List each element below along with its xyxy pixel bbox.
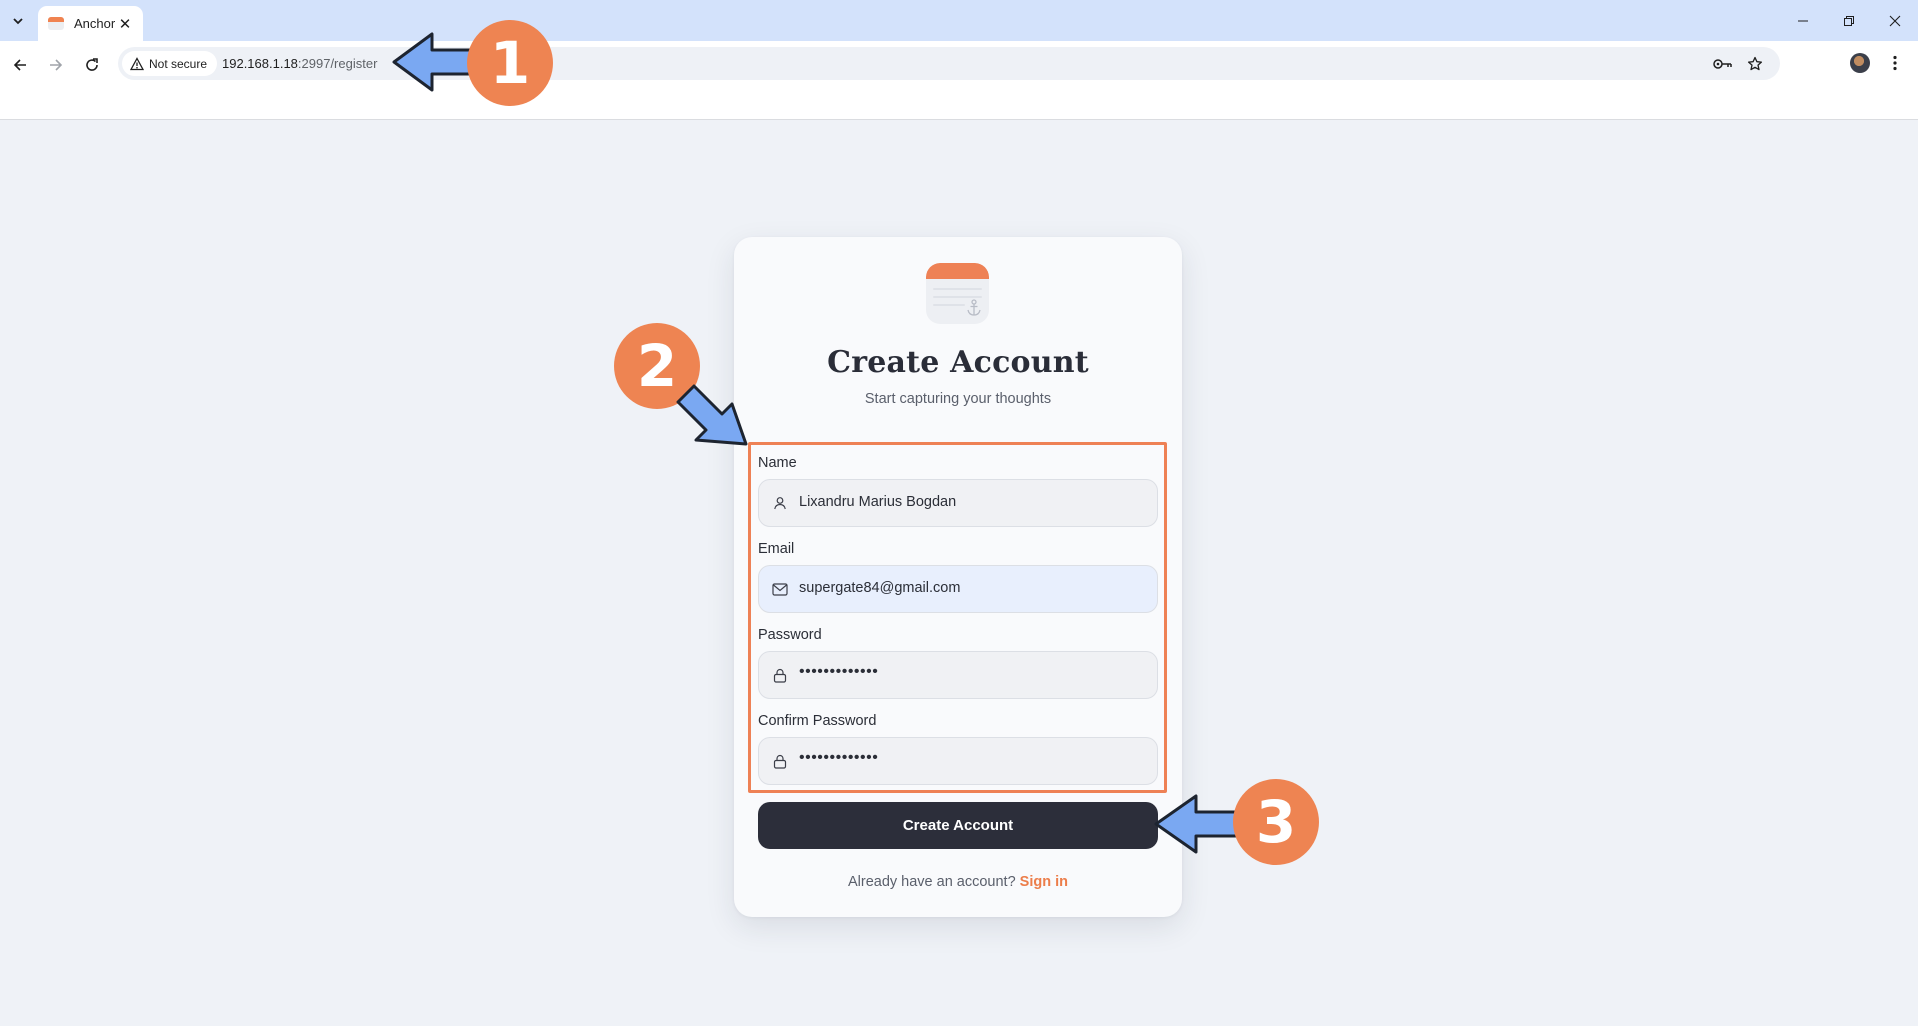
browser-toolbar: Not secure 192.168.1.18:2997/register [0, 41, 1918, 120]
reload-button[interactable] [78, 51, 106, 79]
create-account-label: Create Account [902, 817, 1014, 834]
step-number-3: 3 [1255, 788, 1297, 856]
signin-link[interactable]: Sign in [1020, 874, 1068, 890]
forward-button[interactable] [42, 51, 70, 79]
restore-button[interactable] [1826, 0, 1872, 41]
window-controls [1780, 0, 1918, 41]
url-host: 192.168.1.18 [222, 56, 298, 71]
url-path: :2997/register [297, 56, 378, 71]
restore-icon [1844, 15, 1854, 26]
step-badge-3: 3 [1233, 779, 1319, 865]
star-icon [1747, 56, 1763, 71]
close-icon [1889, 15, 1901, 26]
arrow-2-icon [676, 384, 748, 446]
create-account-button[interactable]: Create Account [758, 802, 1158, 849]
chevron-down-icon [13, 18, 23, 25]
browser-tab[interactable]: Anchor ✕ [38, 6, 143, 41]
reload-icon [86, 58, 98, 71]
page-subtitle: Start capturing your thoughts [864, 391, 1052, 407]
tab-title: Anchor [74, 16, 116, 31]
signin-row: Already have an account? Sign in [734, 874, 1182, 890]
app-logo [926, 263, 989, 324]
forward-icon [50, 59, 63, 71]
browser-menu-button[interactable] [1884, 51, 1906, 75]
page-title: Create Account [827, 345, 1089, 380]
profile-avatar[interactable] [1850, 53, 1870, 73]
close-window-button[interactable] [1872, 0, 1918, 41]
address-bar[interactable]: Not secure 192.168.1.18:2997/register [118, 47, 1780, 80]
security-chip[interactable]: Not secure [122, 51, 218, 76]
back-icon [13, 59, 26, 71]
fields-highlight-box [748, 442, 1167, 793]
kebab-menu-icon [1893, 55, 1897, 71]
tab-strip: Anchor ✕ [0, 0, 1918, 41]
signin-prompt: Already have an account? [847, 874, 1016, 890]
close-icon[interactable]: ✕ [117, 15, 133, 33]
anchor-icon [967, 299, 981, 316]
step-badge-1: 1 [467, 20, 553, 106]
password-key-icon [1713, 59, 1732, 69]
step-number-2: 2 [636, 332, 678, 400]
url-text[interactable]: 192.168.1.18:2997/register [222, 56, 377, 71]
minimize-icon [1798, 20, 1808, 21]
arrow-3-icon [1154, 794, 1244, 854]
minimize-button[interactable] [1780, 0, 1826, 41]
anchor-favicon-icon [48, 17, 64, 30]
bookmark-button[interactable] [1744, 53, 1766, 75]
tab-search-button[interactable] [6, 9, 30, 33]
register-card: Create Account Start capturing your thou… [734, 237, 1182, 917]
security-label: Not secure [149, 56, 208, 71]
warning-icon [130, 56, 144, 70]
step-number-1: 1 [489, 29, 531, 97]
back-button[interactable] [6, 51, 34, 79]
password-manager-button[interactable] [1712, 53, 1734, 75]
